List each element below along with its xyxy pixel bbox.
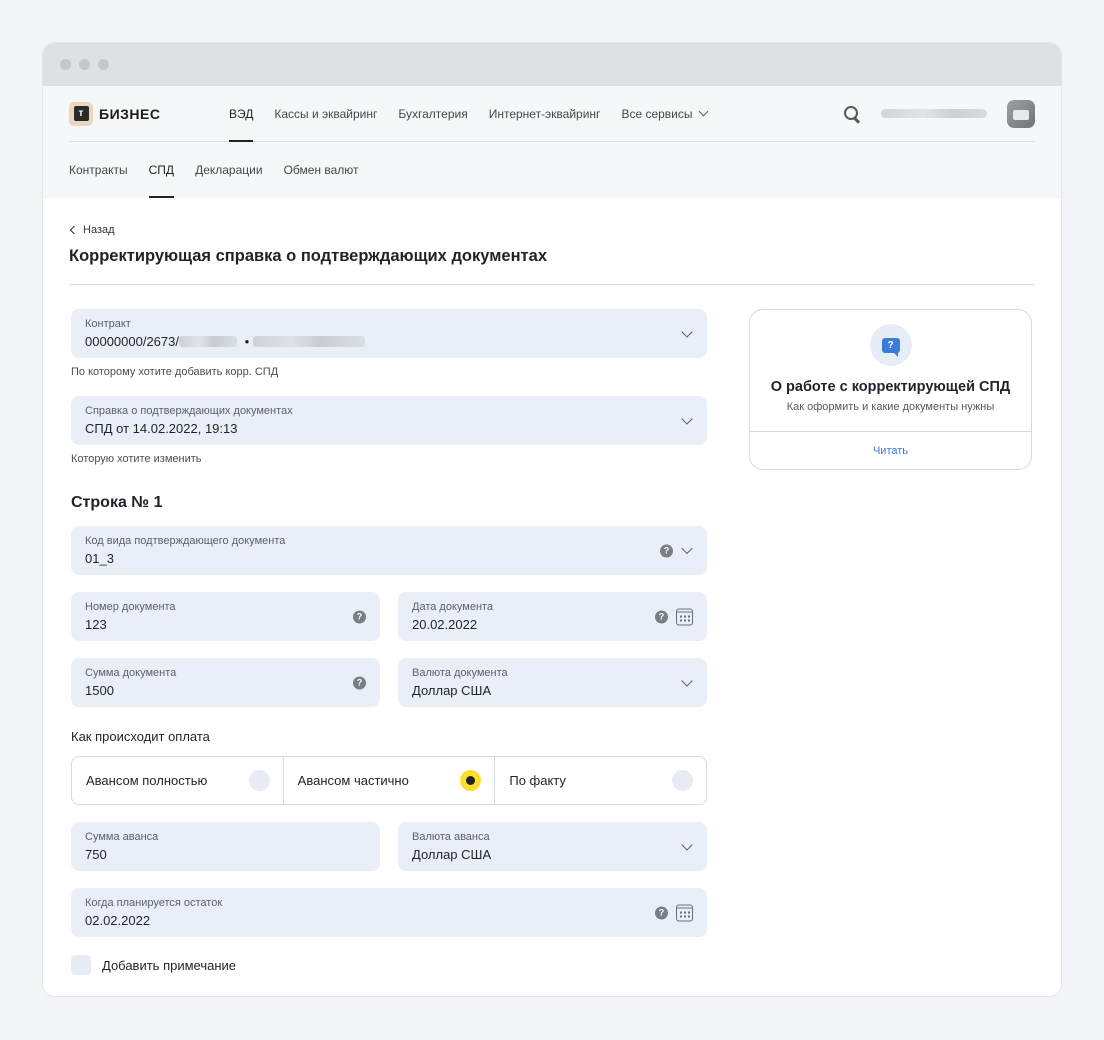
tab-declarations[interactable]: Декларации (195, 142, 263, 198)
info-card-subtitle: Как оформить и какие документы нужны (786, 401, 995, 413)
calendar-icon[interactable] (676, 904, 693, 921)
doc-number-label: Номер документа (85, 601, 176, 613)
radio-advance-partial[interactable]: Авансом частично (284, 757, 496, 804)
topnav-item-accounting[interactable]: Бухгалтерия (398, 86, 467, 141)
logo[interactable]: т БИЗНЕС (69, 101, 229, 126)
advance-sum-label: Сумма аванса (85, 831, 159, 843)
remainder-date-input[interactable]: Когда планируется остаток 02.02.2022 ? (71, 888, 707, 937)
info-icon-wrap: ? (869, 324, 912, 366)
row-title: Строка № 1 (71, 494, 163, 511)
payment-radio-group: Авансом полностью Авансом частично По фа… (71, 756, 707, 805)
contract-label: Контракт (85, 318, 131, 330)
topnav-item-all-services[interactable]: Все сервисы (621, 86, 708, 141)
doc-code-value: 01_3 (85, 551, 114, 566)
window-minimize-dot[interactable] (79, 59, 90, 70)
radio-advance-full[interactable]: Авансом полностью (72, 757, 284, 804)
user-name-redacted[interactable] (881, 109, 987, 118)
certificate-select[interactable]: Справка о подтверждающих документах СПД … (71, 396, 707, 445)
chevron-left-icon (69, 225, 79, 235)
advance-sum-input[interactable]: Сумма аванса 750 (71, 822, 380, 871)
doc-currency-value: Доллар США (412, 683, 492, 698)
window-titlebar (43, 43, 1061, 86)
advance-currency-value: Доллар США (412, 847, 492, 862)
remainder-date-value: 02.02.2022 (85, 913, 151, 928)
advance-currency-select[interactable]: Валюта аванса Доллар США (398, 822, 707, 871)
back-label: Назад (83, 224, 115, 236)
contract-value: 00000000/2673/ • (85, 334, 693, 349)
tab-contracts[interactable]: Контракты (69, 142, 128, 198)
radio-circle (248, 770, 270, 791)
remainder-date-label: Когда планируется остаток (85, 897, 223, 909)
chevron-down-icon (681, 542, 693, 555)
chevron-down-icon (698, 106, 708, 117)
browser-window: т БИЗНЕС ВЭД Кассы и эквайринг Бухгалтер… (43, 43, 1061, 996)
doc-currency-label: Валюта документа (412, 667, 508, 679)
radio-label: Авансом полностью (86, 773, 208, 788)
radio-label: По факту (509, 773, 566, 788)
radio-circle (672, 770, 694, 791)
question-chat-icon: ? (881, 337, 900, 357)
doc-sum-label: Сумма документа (85, 667, 177, 679)
doc-sum-input[interactable]: Сумма документа 1500 ? (71, 658, 380, 707)
certificate-value: СПД от 14.02.2022, 19:13 (85, 421, 238, 436)
info-card-title: О работе с корректирующей СПД (770, 379, 1011, 395)
help-icon[interactable]: ? (655, 610, 668, 623)
window-close-dot[interactable] (60, 59, 71, 70)
doc-date-input[interactable]: Дата документа 20.02.2022 ? (398, 592, 707, 641)
read-link[interactable]: Читать (750, 431, 1031, 469)
help-icon[interactable]: ? (655, 906, 668, 919)
top-navigation: т БИЗНЕС ВЭД Кассы и эквайринг Бухгалтер… (69, 86, 1035, 142)
info-card: ? О работе с корректирующей СПД Как офор… (749, 309, 1032, 470)
avatar[interactable] (1007, 99, 1035, 128)
logo-icon: т (69, 101, 93, 126)
main-content: Назад Корректирующая справка о подтвержд… (69, 198, 1035, 975)
doc-code-label: Код вида подтверждающего документа (85, 535, 286, 547)
search-icon[interactable] (843, 105, 861, 123)
window-maximize-dot[interactable] (98, 59, 109, 70)
doc-code-select[interactable]: Код вида подтверждающего документа 01_3 … (71, 526, 707, 575)
all-services-label: Все сервисы (621, 106, 693, 121)
payment-title: Как происходит оплата (71, 729, 210, 744)
page-title: Корректирующая справка о подтверждающих … (69, 247, 1035, 285)
radio-circle-selected (460, 770, 482, 791)
help-icon[interactable]: ? (660, 544, 673, 557)
doc-number-value: 123 (85, 617, 107, 632)
correction-form: Контракт 00000000/2673/ • По которому хо… (71, 309, 707, 975)
advance-currency-label: Валюта аванса (412, 831, 490, 843)
topnav-item-cash[interactable]: Кассы и эквайринг (274, 86, 377, 141)
doc-currency-select[interactable]: Валюта документа Доллар США (398, 658, 707, 707)
radio-on-fact[interactable]: По факту (495, 757, 706, 804)
sub-navigation: Контракты СПД Декларации Обмен валют (69, 142, 359, 198)
tab-spd[interactable]: СПД (148, 142, 175, 198)
add-note-label: Добавить примечание (102, 957, 237, 973)
certificate-hint: Которую хотите изменить (71, 453, 202, 465)
header: т БИЗНЕС ВЭД Кассы и эквайринг Бухгалтер… (43, 86, 1061, 198)
back-link[interactable]: Назад (69, 224, 115, 236)
certificate-label: Справка о подтверждающих документах (85, 405, 293, 417)
logo-text: БИЗНЕС (99, 105, 161, 122)
topnav-item-internet-acquiring[interactable]: Интернет-эквайринг (489, 86, 601, 141)
topnav-item-ved[interactable]: ВЭД (229, 86, 254, 142)
add-note-checkbox[interactable]: Добавить примечание (71, 955, 236, 975)
contract-hint: По которому хотите добавить корр. СПД (71, 366, 279, 378)
calendar-icon[interactable] (676, 608, 693, 625)
advance-sum-value: 750 (85, 847, 107, 862)
doc-date-label: Дата документа (412, 601, 494, 613)
contract-select[interactable]: Контракт 00000000/2673/ • (71, 309, 707, 358)
help-icon[interactable]: ? (353, 610, 366, 623)
tab-currency-exchange[interactable]: Обмен валют (284, 142, 359, 198)
doc-number-input[interactable]: Номер документа 123 ? (71, 592, 380, 641)
help-icon[interactable]: ? (353, 676, 366, 689)
radio-label: Авансом частично (297, 773, 409, 788)
doc-sum-value: 1500 (85, 683, 114, 698)
checkbox[interactable] (71, 955, 91, 975)
doc-date-value: 20.02.2022 (412, 617, 478, 632)
